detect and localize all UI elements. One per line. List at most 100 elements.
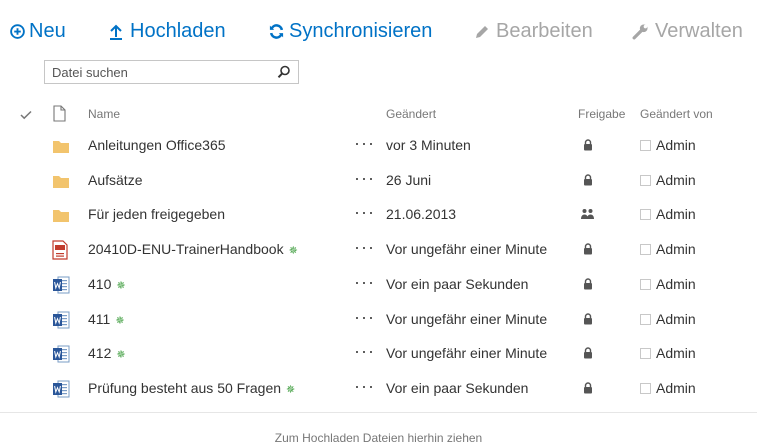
column-modified-by[interactable]: Geändert von (640, 107, 713, 121)
list-item[interactable]: 411 ✵ ··· Vor ungefähr einer Minute Admin (0, 303, 757, 337)
new-item-icon: ✵ (116, 279, 126, 292)
file-name[interactable]: 20410D-ENU-TrainerHandbook (88, 241, 284, 257)
list-item[interactable]: 412 ✵ ··· Vor ungefähr einer Minute Admin (0, 337, 757, 371)
modified-cell: Vor ungefähr einer Minute (386, 310, 548, 327)
sync-button[interactable]: Synchronisieren (268, 20, 432, 43)
presence-indicator (640, 174, 651, 186)
new-button[interactable]: Neu (10, 20, 66, 43)
modified-by-cell[interactable]: Admin (656, 276, 696, 292)
presence-indicator (640, 348, 651, 360)
more-options-icon[interactable]: ··· (354, 272, 375, 293)
word-document-icon (52, 379, 70, 399)
sync-icon (269, 24, 284, 39)
modified-by-cell[interactable]: Admin (656, 137, 696, 153)
presence-indicator (640, 244, 651, 256)
lock-icon (583, 346, 593, 362)
plus-circle-icon (10, 24, 25, 39)
list-item[interactable]: 410 ✵ ··· Vor ein paar Sekunden Admin (0, 268, 757, 302)
file-name-cell[interactable]: 411 ✵ (88, 311, 125, 327)
command-bar: Neu Hochladen Synchronisieren Bearbeiten… (0, 16, 757, 52)
new-item-icon: ✵ (116, 349, 126, 362)
new-label: Neu (29, 20, 66, 42)
more-options-icon[interactable]: ··· (354, 237, 375, 258)
more-options-icon[interactable]: ··· (354, 202, 375, 223)
wrench-icon (632, 24, 648, 40)
lock-icon (583, 138, 593, 154)
list-item[interactable]: Prüfung besteht aus 50 Fragen ✵ ··· Vor e… (0, 372, 757, 406)
file-name[interactable]: 411 (88, 311, 110, 327)
lock-icon (583, 312, 593, 328)
new-item-icon: ✵ (115, 314, 125, 327)
lock-icon (583, 277, 593, 293)
new-item-icon: ✵ (288, 245, 298, 258)
modified-by-cell[interactable]: Admin (656, 206, 696, 222)
file-name-cell[interactable]: 20410D-ENU-TrainerHandbook ✵ (88, 241, 298, 257)
edit-label: Bearbeiten (496, 20, 593, 42)
folder-icon (52, 171, 70, 191)
column-name[interactable]: Name (88, 107, 120, 121)
modified-by-cell[interactable]: Admin (656, 380, 696, 396)
list-item[interactable]: Anleitungen Office365 ··· vor 3 Minuten … (0, 129, 757, 163)
edit-button[interactable]: Bearbeiten (474, 20, 593, 43)
presence-indicator (640, 209, 651, 221)
file-name[interactable]: 410 (88, 276, 111, 292)
pencil-icon (476, 25, 488, 38)
more-options-icon[interactable]: ··· (354, 168, 375, 189)
file-name[interactable]: Prüfung besteht aus 50 Fragen (88, 380, 281, 396)
presence-indicator (640, 278, 651, 290)
file-name-cell[interactable]: Aufsätze (88, 172, 142, 188)
drop-zone[interactable]: Zum Hochladen Dateien hierhin ziehen (0, 412, 757, 445)
folder-icon (52, 136, 70, 156)
lock-icon (583, 173, 593, 189)
upload-arrow-icon (110, 24, 122, 40)
more-options-icon[interactable]: ··· (354, 307, 375, 328)
presence-indicator (640, 140, 651, 151)
modified-cell: Vor ein paar Sekunden (386, 275, 529, 292)
search-icon[interactable] (277, 65, 291, 79)
file-name-cell[interactable]: 412 ✵ (88, 345, 126, 361)
upload-label: Hochladen (130, 20, 226, 42)
file-name[interactable]: Aufsätze (88, 172, 142, 188)
upload-button[interactable]: Hochladen (108, 20, 226, 43)
file-type-icon (53, 105, 66, 122)
new-item-icon: ✵ (286, 383, 296, 396)
modified-by-cell[interactable]: Admin (656, 241, 696, 257)
word-document-icon (52, 275, 70, 295)
file-name-cell[interactable]: 410 ✵ (88, 276, 126, 292)
modified-cell: Vor ungefähr einer Minute (386, 345, 548, 362)
more-options-icon[interactable]: ··· (354, 133, 375, 154)
list-header: Name Geändert Freigabe Geändert von (0, 104, 757, 124)
list-item[interactable]: Aufsätze ··· 26 Juni Admin (0, 164, 757, 198)
column-sharing[interactable]: Freigabe (578, 107, 625, 121)
select-all-check-icon[interactable] (20, 110, 32, 120)
column-modified[interactable]: Geändert (386, 107, 436, 121)
manage-label: Verwalten (655, 20, 743, 42)
word-document-icon (52, 344, 70, 364)
file-name-cell[interactable]: Prüfung besteht aus 50 Fragen ✵ (88, 380, 295, 396)
file-name[interactable]: Anleitungen Office365 (88, 137, 226, 153)
modified-by-cell[interactable]: Admin (656, 345, 696, 361)
modified-by-cell[interactable]: Admin (656, 172, 696, 188)
modified-cell: Vor ein paar Sekunden (386, 379, 529, 396)
lock-icon (583, 381, 593, 397)
list-item[interactable]: Für jeden freigegeben ··· 21.06.2013 Adm… (0, 198, 757, 232)
modified-cell: 26 Juni (386, 171, 432, 188)
manage-button[interactable]: Verwalten (632, 20, 743, 43)
pdf-file-icon (52, 240, 70, 260)
modified-cell: vor 3 Minuten (386, 137, 471, 153)
modified-by-cell[interactable]: Admin (656, 311, 696, 327)
word-document-icon (52, 310, 70, 330)
search-input[interactable]: Datei suchen (52, 65, 128, 80)
presence-indicator (640, 313, 651, 325)
more-options-icon[interactable]: ··· (354, 341, 375, 362)
file-name[interactable]: 412 (88, 345, 111, 361)
file-name[interactable]: Für jeden freigegeben (88, 206, 225, 222)
shared-people-icon (580, 207, 595, 223)
more-options-icon[interactable]: ··· (354, 376, 375, 397)
file-name-cell[interactable]: Für jeden freigegeben (88, 206, 225, 222)
search-box[interactable]: Datei suchen (44, 60, 299, 84)
list-item[interactable]: 20410D-ENU-TrainerHandbook ✵ ··· Vor unge… (0, 233, 757, 267)
presence-indicator (640, 382, 651, 394)
folder-icon (52, 205, 70, 225)
file-name-cell[interactable]: Anleitungen Office365 (88, 137, 226, 153)
